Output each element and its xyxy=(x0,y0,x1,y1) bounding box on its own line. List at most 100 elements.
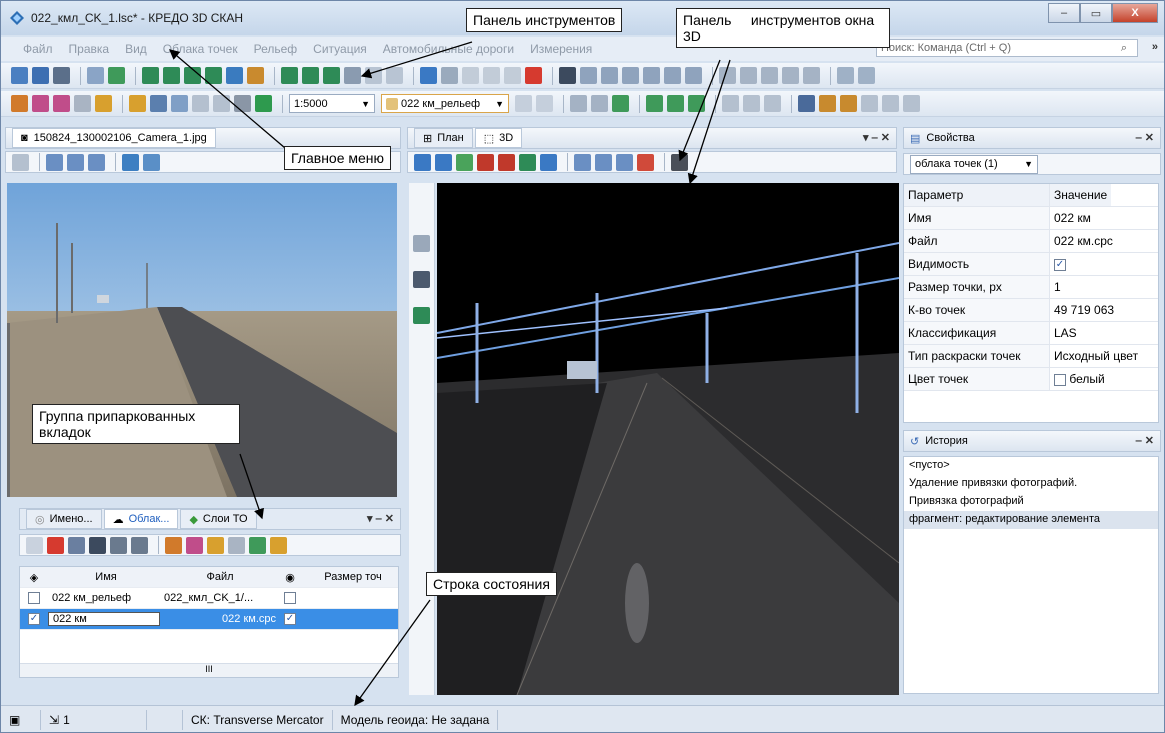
panel-controls[interactable]: ▾ ‒ ✕ xyxy=(863,131,890,144)
tree-icon[interactable] xyxy=(519,153,536,171)
zoom-out-icon[interactable] xyxy=(616,153,633,171)
scale-select[interactable]: 1:5000 ▼ xyxy=(289,94,375,113)
table-icon[interactable] xyxy=(798,95,815,112)
redo-icon[interactable] xyxy=(441,67,458,84)
arrow-icon[interactable] xyxy=(740,67,757,84)
close-button[interactable]: X xyxy=(1112,3,1158,23)
col-file[interactable]: Файл xyxy=(160,571,276,583)
export-xml-icon[interactable] xyxy=(281,67,298,84)
find-icon[interactable] xyxy=(837,67,854,84)
lasso-icon[interactable] xyxy=(858,67,875,84)
menu-roads[interactable]: Автомобильные дороги xyxy=(383,42,514,56)
menu-situation[interactable]: Ситуация xyxy=(313,42,367,56)
prop-row-classification[interactable]: Классификация LAS xyxy=(904,322,1158,345)
row-checkbox[interactable] xyxy=(28,592,40,605)
cloud-add-icon[interactable] xyxy=(129,95,146,112)
prop-value[interactable]: 1 xyxy=(1050,276,1065,298)
tab-plan[interactable]: ⊞ План xyxy=(414,128,473,148)
prop-row-file[interactable]: Файл 022 км.cpc xyxy=(904,230,1158,253)
prop-value[interactable]: 022 км.cpc xyxy=(1050,230,1117,252)
horizontal-scrollbar[interactable]: III xyxy=(20,663,398,677)
prop-row-point-color[interactable]: Цвет точек белый xyxy=(904,368,1158,391)
paste-icon-2[interactable] xyxy=(504,67,521,84)
list-item[interactable]: <пусто> xyxy=(904,457,1158,475)
layer-select[interactable]: 022 км_рельеф ▼ xyxy=(381,94,509,113)
panel-controls[interactable]: ‒ ✕ xyxy=(1136,434,1154,447)
list-item-selected[interactable]: фрагмент: редактирование элемента xyxy=(904,511,1158,529)
import-xyz-icon[interactable] xyxy=(142,67,159,84)
zoom-fit-icon[interactable] xyxy=(574,153,591,171)
link-point-icon[interactable] xyxy=(667,95,684,112)
binoculars-icon[interactable] xyxy=(89,536,106,554)
visibility-checkbox[interactable]: ✓ xyxy=(1054,258,1066,271)
terrain-icon[interactable] xyxy=(249,536,266,554)
remove-point-icon[interactable] xyxy=(477,153,494,171)
panel-icon[interactable] xyxy=(12,153,29,171)
3d-view[interactable] xyxy=(437,183,899,695)
import-xml-icon[interactable] xyxy=(184,67,201,84)
sphere-icon[interactable] xyxy=(413,235,430,252)
find-cloud-icon[interactable] xyxy=(68,536,85,554)
zoom-out-icon[interactable] xyxy=(88,153,105,171)
pen-icon-2[interactable] xyxy=(782,67,799,84)
pen-icon[interactable] xyxy=(761,67,778,84)
save-icon[interactable] xyxy=(53,67,70,84)
command-search-input[interactable]: Поиск: Команда (Ctrl + Q) ⌕ xyxy=(876,39,1138,57)
panels-icon[interactable]: ▣ xyxy=(1,709,41,730)
plus-minus-icon[interactable] xyxy=(743,95,760,112)
undo-icon[interactable] xyxy=(420,67,437,84)
menu-overflow-icon[interactable]: » xyxy=(1152,41,1158,53)
image-icon[interactable] xyxy=(171,95,188,112)
text-icon[interactable] xyxy=(559,67,576,84)
star-icon[interactable] xyxy=(685,67,702,84)
prop-value[interactable]: Исходный цвет xyxy=(1050,345,1142,367)
cloud-icon[interactable] xyxy=(228,536,245,554)
insert-point-icon[interactable] xyxy=(646,95,663,112)
polyline-icon[interactable] xyxy=(580,67,597,84)
zoom-in-icon[interactable] xyxy=(67,153,84,171)
prop-row-coloring[interactable]: Тип раскраски точек Исходный цвет xyxy=(904,345,1158,368)
rotate-icon[interactable] xyxy=(414,153,431,171)
measure-icon[interactable] xyxy=(591,95,608,112)
export-las-icon[interactable] xyxy=(323,67,340,84)
cloud-layer-icon[interactable] xyxy=(95,95,112,112)
tools-icon[interactable] xyxy=(131,536,148,554)
tab-layers[interactable]: ◆ Слои ТО xyxy=(180,509,257,529)
zoom-box-icon[interactable] xyxy=(637,153,654,171)
tab-3d[interactable]: ⬚ 3D xyxy=(474,128,523,148)
cloud-add-icon[interactable] xyxy=(207,536,224,554)
tab-named[interactable]: ◎ Имено... xyxy=(26,509,102,529)
zoom-in-icon[interactable] xyxy=(595,153,612,171)
image-edit-icon[interactable] xyxy=(192,95,209,112)
document-icon[interactable] xyxy=(462,67,479,84)
classify-icon-2[interactable] xyxy=(840,95,857,112)
profile-icon[interactable] xyxy=(255,95,272,112)
zoom-icon[interactable] xyxy=(722,95,739,112)
section-icon[interactable] xyxy=(413,271,430,288)
open-icon[interactable] xyxy=(11,67,28,84)
rectangle-icon[interactable] xyxy=(664,67,681,84)
maximize-button[interactable]: ▭ xyxy=(1080,3,1112,23)
paste-icon[interactable] xyxy=(386,67,403,84)
menu-point-clouds[interactable]: Облака точек xyxy=(163,42,238,56)
cloud-mark-icon[interactable] xyxy=(186,536,203,554)
add-point-icon[interactable] xyxy=(456,153,473,171)
new-icon[interactable] xyxy=(26,536,43,554)
tree-icon[interactable] xyxy=(612,95,629,112)
tab-photo[interactable]: ◙ 150824_130002106_Camera_1.jpg xyxy=(12,128,216,148)
print-icon[interactable] xyxy=(143,153,160,171)
tree-point-icon[interactable] xyxy=(413,307,430,324)
cloud-icon[interactable] xyxy=(74,95,91,112)
table-row[interactable]: 022 км_рельеф 022_кмл_CK_1/... xyxy=(20,588,398,609)
export-txt-icon[interactable] xyxy=(344,67,361,84)
panel-controls[interactable]: ‒ ✕ xyxy=(1136,131,1154,144)
export-icon[interactable] xyxy=(226,67,243,84)
flag-icon[interactable] xyxy=(536,95,553,112)
photo-view[interactable] xyxy=(7,183,397,497)
row-name-editor[interactable]: 022 км xyxy=(48,612,160,626)
orbit-icon[interactable] xyxy=(435,153,452,171)
edit-layer-icon[interactable] xyxy=(515,95,532,112)
menu-file[interactable]: Файл xyxy=(23,42,53,56)
row-checkbox[interactable]: ✓ xyxy=(28,613,40,626)
frame-icon[interactable] xyxy=(213,95,230,112)
